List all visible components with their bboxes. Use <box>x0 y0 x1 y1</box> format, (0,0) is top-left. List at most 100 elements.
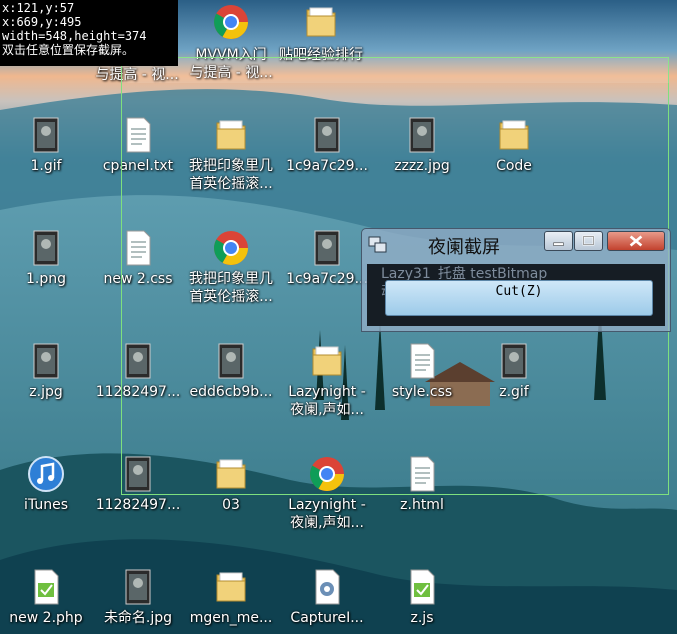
icon-label: z.gif <box>499 384 529 400</box>
icon-label: MVVM入门 与提高 - 视... <box>189 47 273 81</box>
image-icon <box>118 454 158 494</box>
icon-label: new 2.php <box>9 610 83 626</box>
icon-itunes[interactable]: iTunes <box>0 454 92 514</box>
folder-icon <box>307 341 347 381</box>
title-bar[interactable]: 夜阑截屏 <box>362 229 670 259</box>
window-title: 夜阑截屏 <box>428 237 500 258</box>
icon-label: Lazynight - 夜阑,声如... <box>288 497 366 531</box>
icon-label: Code <box>496 158 532 174</box>
icon-label: CaptureI... <box>290 610 364 626</box>
text-file-icon <box>118 115 158 155</box>
image-icon <box>307 115 347 155</box>
itunes-icon <box>26 454 66 494</box>
icon-label: 未命名.jpg <box>103 610 173 626</box>
folder-icon <box>494 115 534 155</box>
minimize-button[interactable] <box>544 231 573 251</box>
icon-label: 1c9a7c29... <box>286 158 368 174</box>
image-icon <box>118 567 158 607</box>
folder-icon <box>301 2 341 42</box>
image-icon <box>118 341 158 381</box>
icon-folder-song[interactable]: 我把印象里几 首英伦摇滚... <box>185 115 277 193</box>
icon-lazynight-chrome[interactable]: Lazynight - 夜阑,声如... <box>281 454 373 532</box>
icon-mvvm-chrome[interactable]: MVVM入门 与提高 - 视... <box>185 2 277 82</box>
icon-label: 03 <box>222 497 240 513</box>
icon-weimingming-jpg[interactable]: 未命名.jpg <box>92 567 184 627</box>
icon-label: style.css <box>391 384 453 400</box>
icon-11282497-1[interactable]: 11282497... <box>92 341 184 401</box>
icon-cpanel-txt[interactable]: cpanel.txt <box>92 115 184 175</box>
icon-z-js[interactable]: z.js <box>376 567 468 627</box>
icon-label: 1.gif <box>30 158 62 174</box>
icon-label: Lazynight - 夜阑,声如... <box>288 384 366 418</box>
image-icon <box>26 341 66 381</box>
app-icon <box>368 236 387 253</box>
icon-label: edd6cb9b... <box>189 384 273 400</box>
icon-z-jpg[interactable]: z.jpg <box>0 341 92 401</box>
chrome-icon <box>211 2 251 42</box>
image-icon <box>402 115 442 155</box>
icon-label: iTunes <box>24 497 68 513</box>
image-icon <box>307 228 347 268</box>
icon-new2-css[interactable]: new 2.css <box>92 228 184 288</box>
icon-mgen-folder[interactable]: mgen_me... <box>185 567 277 627</box>
text-file-icon <box>402 454 442 494</box>
image-icon <box>26 115 66 155</box>
icon-label: cpanel.txt <box>102 158 174 174</box>
icon-label: z.jpg <box>29 384 63 400</box>
close-button[interactable] <box>607 231 665 251</box>
image-icon <box>26 228 66 268</box>
icon-label: z.html <box>400 497 444 513</box>
icon-label: 我把印象里几 首英伦摇滚... <box>189 271 273 305</box>
minimize-icon <box>553 242 564 246</box>
icon-03-folder[interactable]: 03 <box>185 454 277 514</box>
icon-zzzz-jpg[interactable]: zzzz.jpg <box>376 115 468 175</box>
icon-label: zzzz.jpg <box>394 158 450 174</box>
icon-lazynight-folder[interactable]: Lazynight - 夜阑,声如... <box>281 341 373 419</box>
icon-label: 1c9a7c29... <box>286 271 368 287</box>
image-icon <box>494 341 534 381</box>
icon-1-png[interactable]: 1.png <box>0 228 92 288</box>
maximize-icon <box>582 235 595 246</box>
icon-tieba-folder[interactable]: 贴吧经验排行 <box>275 2 367 64</box>
icon-label: new 2.css <box>103 271 173 287</box>
icon-code-folder[interactable]: Code <box>468 115 560 175</box>
icon-1c9a7c29-1[interactable]: 1c9a7c29... <box>281 115 373 175</box>
icon-1-gif[interactable]: 1.gif <box>0 115 92 175</box>
icon-new2-php[interactable]: new 2.php <box>0 567 92 627</box>
selection-size: width=548,height=374 <box>2 29 147 43</box>
icon-label: 与提高 - 视... <box>95 67 179 83</box>
icon-edd6cb9b[interactable]: edd6cb9b... <box>185 341 277 401</box>
coordinate-readout: x:121,y:57 x:669,y:495 width=548,height=… <box>0 0 178 66</box>
icon-label: z.js <box>410 610 434 626</box>
icon-1c9a7c29-2[interactable]: 1c9a7c29... <box>281 228 373 288</box>
script-file-icon <box>402 567 442 607</box>
chrome-icon <box>307 454 347 494</box>
icon-chrome-song[interactable]: 我把印象里几 首英伦摇滚... <box>185 228 277 306</box>
capture-window[interactable]: 夜阑截屏 Lazy31_托盘 testBitmap动画图标 Cut(Z) <box>361 228 671 332</box>
maximize-button[interactable] <box>574 231 603 251</box>
start-coordinate: x:121,y:57 <box>2 1 75 15</box>
text-file-icon <box>402 341 442 381</box>
icon-z-html[interactable]: z.html <box>376 454 468 514</box>
folder-icon <box>211 115 251 155</box>
folder-icon <box>211 454 251 494</box>
icon-11282497-2[interactable]: 11282497... <box>92 454 184 514</box>
icon-label: 贴吧经验排行 <box>279 47 363 63</box>
folder-icon <box>211 567 251 607</box>
icon-capture-exe[interactable]: CaptureI... <box>281 567 373 627</box>
image-icon <box>211 341 251 381</box>
script-file-icon <box>26 567 66 607</box>
icon-label: 我把印象里几 首英伦摇滚... <box>189 158 273 192</box>
icon-z-gif[interactable]: z.gif <box>468 341 560 401</box>
end-coordinate: x:669,y:495 <box>2 15 82 29</box>
icon-label: 11282497... <box>95 384 181 400</box>
cut-button[interactable]: Cut(Z) <box>385 280 653 316</box>
icon-label: 1.png <box>25 271 66 287</box>
icon-label: 11282497... <box>95 497 181 513</box>
save-hint: 双击任意位置保存截屏。 <box>2 43 135 57</box>
close-icon <box>629 235 643 247</box>
icon-style-css[interactable]: style.css <box>376 341 468 401</box>
icon-label: mgen_me... <box>189 610 273 626</box>
chrome-icon <box>211 228 251 268</box>
text-file-icon <box>118 228 158 268</box>
